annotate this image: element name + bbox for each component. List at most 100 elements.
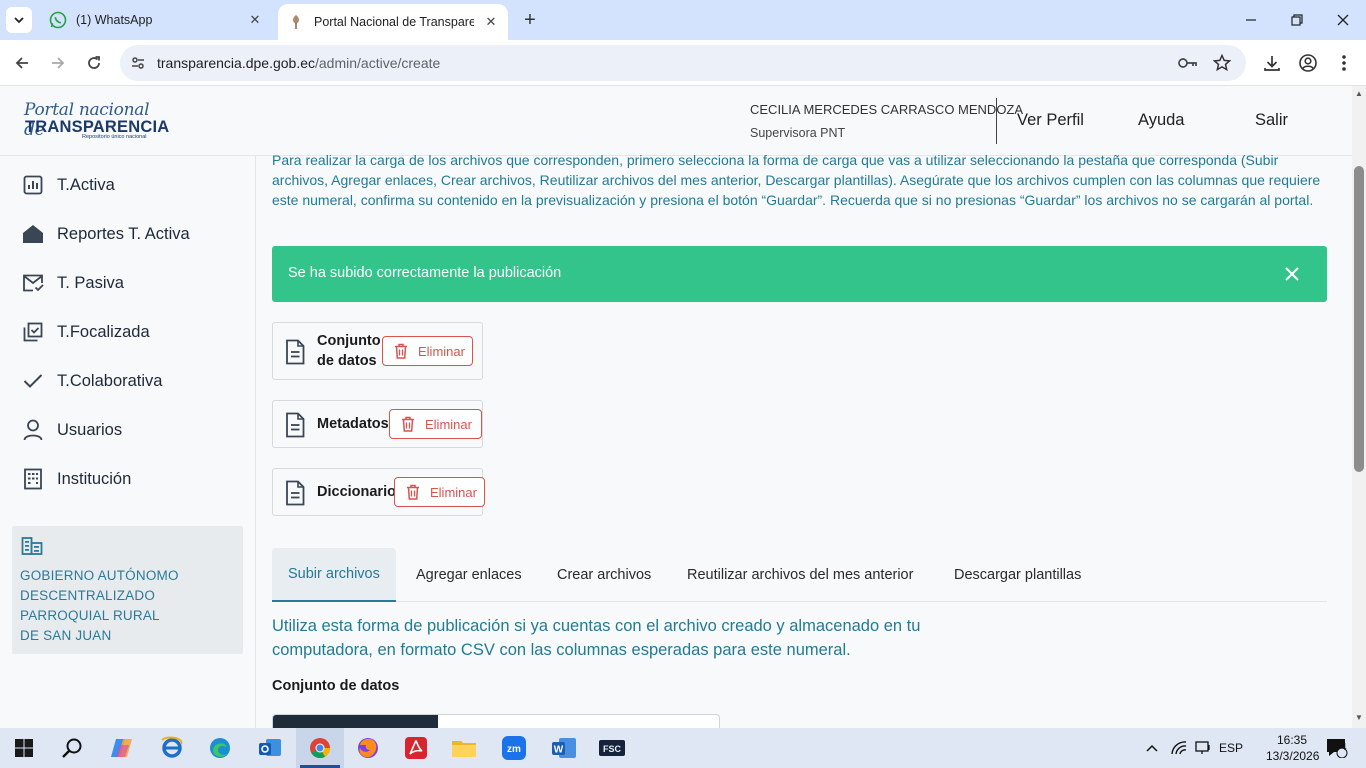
explorer-icon[interactable]: [440, 728, 488, 768]
ver-perfil-link[interactable]: Ver Perfil: [1017, 111, 1084, 130]
network-icon[interactable]: [1168, 728, 1190, 768]
word-icon[interactable]: W: [540, 728, 588, 768]
home-icon: [21, 222, 45, 246]
reload-button[interactable]: [80, 49, 108, 77]
svg-text:zm: zm: [507, 744, 521, 755]
building-icon: [21, 467, 45, 491]
tab-descargar-plantillas[interactable]: Descargar plantillas: [938, 548, 1097, 602]
delete-label: Eliminar: [430, 484, 477, 500]
delete-conjunto-button[interactable]: Eliminar: [382, 336, 473, 366]
scroll-up-icon[interactable]: ▲: [1355, 90, 1363, 98]
delete-metadatos-button[interactable]: Eliminar: [389, 409, 482, 439]
trash-icon: [402, 416, 414, 432]
file-name: de datos: [317, 353, 377, 369]
sidebar-item-usuarios[interactable]: Usuarios: [0, 410, 256, 450]
chrome-icon[interactable]: [296, 728, 344, 768]
chevron-up-icon: [1146, 744, 1158, 752]
file-name: Metadatos: [317, 416, 389, 432]
user-role: Supervisora PNT: [750, 126, 846, 140]
minimize-button[interactable]: [1228, 0, 1274, 40]
language-indicator[interactable]: ESP: [1218, 728, 1244, 768]
upload-method-tabs: Subir archivos Agregar enlaces Crear arc…: [272, 548, 1327, 602]
tab-search-button[interactable]: [6, 7, 32, 33]
start-icon[interactable]: [0, 728, 48, 768]
sidebar-item-t-colaborativa[interactable]: T.Colaborativa: [0, 361, 256, 401]
browser-menu-icon[interactable]: [1332, 51, 1356, 75]
tab-agregar-enlaces[interactable]: Agregar enlaces: [400, 548, 538, 602]
copilot-icon[interactable]: [98, 728, 146, 768]
forward-button[interactable]: [44, 49, 72, 77]
scrollbar-thumb[interactable]: [1354, 166, 1364, 472]
sidebar-item-t-activa[interactable]: T.Activa: [0, 165, 256, 205]
back-button[interactable]: [8, 49, 36, 77]
browser-tab-whatsapp[interactable]: (1) WhatsApp ✕: [40, 0, 272, 40]
downloads-icon[interactable]: [1260, 51, 1284, 75]
close-icon[interactable]: [1281, 263, 1303, 285]
site-info-icon[interactable]: [128, 53, 148, 73]
sidebar-item-reportes[interactable]: Reportes T. Activa: [0, 214, 256, 254]
system-clock[interactable]: 16:35 13/3/2026: [1266, 732, 1319, 764]
zoom-icon[interactable]: zm: [490, 728, 538, 768]
notifications-icon[interactable]: 4: [1322, 728, 1352, 768]
page-scrollbar[interactable]: ▲ ▼: [1352, 86, 1366, 728]
document-icon: [285, 339, 307, 365]
portal-logo[interactable]: Portal nacional de TRANSPARENCIA Reposit…: [22, 100, 169, 142]
sidebar-item-label: T.Focalizada: [57, 322, 150, 341]
delete-diccionario-button[interactable]: Eliminar: [394, 477, 485, 507]
institution-name-line: GOBIERNO AUTÓNOMO: [20, 568, 179, 583]
header-divider: [996, 98, 997, 144]
site-header: Portal nacional de TRANSPARENCIA Reposit…: [0, 86, 1352, 156]
check-icon: [21, 369, 45, 393]
salir-link[interactable]: Salir: [1255, 111, 1288, 130]
success-alert: Se ha subido correctamente la publicació…: [272, 246, 1327, 302]
intro-instructions: Para realizar la carga de los archivos q…: [272, 152, 1321, 208]
display-icon[interactable]: [1192, 728, 1214, 768]
address-bar[interactable]: transparencia.dpe.gob.ec/admin/active/cr…: [120, 45, 1246, 81]
alert-message: Se ha subido correctamente la publicació…: [288, 265, 562, 281]
tab-subir-archivos[interactable]: Subir archivos: [272, 548, 396, 602]
firefox-icon[interactable]: [344, 728, 392, 768]
browser-toolbar: transparencia.dpe.gob.ec/admin/active/cr…: [0, 40, 1366, 86]
trash-icon: [395, 343, 407, 359]
browser-tabstrip: (1) WhatsApp ✕ Portal Nacional de Transp…: [0, 0, 1366, 40]
close-window-button[interactable]: [1320, 0, 1366, 40]
outlook-icon[interactable]: [246, 728, 294, 768]
scroll-down-icon[interactable]: ▼: [1355, 714, 1363, 722]
acrobat-icon[interactable]: [392, 728, 440, 768]
windows-taskbar: zm W FSC ESP 16:35 13/3/2026 4: [0, 728, 1366, 768]
delete-label: Eliminar: [425, 416, 472, 432]
conjunto-file-input[interactable]: [272, 714, 720, 728]
upload-description: Utiliza esta forma de publicación si ya …: [272, 617, 921, 659]
tab-reutilizar-archivos[interactable]: Reutilizar archivos del mes anterior: [671, 548, 929, 602]
fsc-icon[interactable]: FSC: [588, 728, 636, 768]
choose-file-button[interactable]: [273, 715, 438, 728]
restore-button[interactable]: [1274, 0, 1320, 40]
file-card-conjunto: Conjunto de datos Eliminar: [272, 322, 483, 380]
search-icon[interactable]: [48, 728, 96, 768]
tab-crear-archivos[interactable]: Crear archivos: [541, 548, 667, 602]
tab-title: Portal Nacional de Transparencia: [314, 15, 474, 29]
edge-icon[interactable]: [196, 728, 244, 768]
sidebar-item-label: Reportes T. Activa: [57, 224, 190, 243]
password-key-icon[interactable]: [1178, 53, 1198, 73]
user-name: CECILIA MERCEDES CARRASCO MENDOZA: [750, 102, 1024, 117]
new-tab-button[interactable]: +: [518, 8, 542, 32]
sidebar: T.Activa Reportes T. Activa T. Pasiva T.…: [0, 156, 256, 728]
close-tab-icon[interactable]: ✕: [482, 13, 500, 31]
sidebar-item-label: T. Pasiva: [57, 273, 124, 292]
browser-tab-portal[interactable]: Portal Nacional de Transparencia ✕: [278, 4, 508, 40]
institution-name-line: PARROQUIAL RURAL: [20, 608, 160, 623]
sidebar-item-t-focalizada[interactable]: T.Focalizada: [0, 312, 256, 352]
ayuda-link[interactable]: Ayuda: [1138, 111, 1185, 130]
ie-icon[interactable]: [148, 728, 196, 768]
profile-icon[interactable]: [1296, 51, 1320, 75]
sidebar-item-t-pasiva[interactable]: T. Pasiva: [0, 263, 256, 303]
user-icon: [21, 418, 45, 442]
sidebar-item-institucion[interactable]: Institución: [0, 459, 256, 499]
document-icon: [285, 480, 307, 506]
bookmark-star-icon[interactable]: [1212, 53, 1232, 73]
close-tab-icon[interactable]: ✕: [246, 11, 264, 29]
minimize-icon: [1246, 19, 1256, 21]
show-hidden-icons[interactable]: [1142, 728, 1162, 768]
notification-count: 4: [1341, 742, 1347, 753]
